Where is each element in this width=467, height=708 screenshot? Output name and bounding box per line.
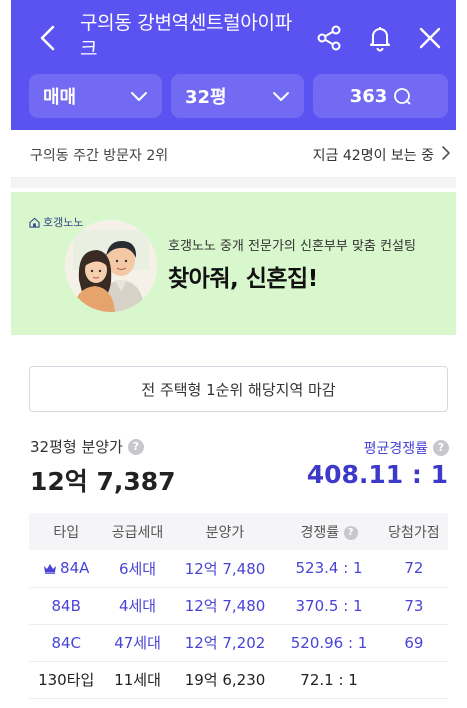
col-price: 분양가 — [171, 513, 279, 550]
ratio-cell: 520.96 : 1 — [278, 624, 380, 662]
brand-name: 호갱노노 — [43, 216, 84, 229]
banner-subtitle: 호갱노노 중개 전문가의 신혼부부 맞춤 컨설팅 — [168, 239, 416, 254]
score-cell: 72 — [379, 550, 448, 588]
competition-label: 평균경쟁률 ? — [364, 438, 449, 458]
area-label: 32평 — [185, 87, 227, 108]
bell-icon[interactable] — [366, 24, 394, 52]
deadline-notice: 전 주택형 1순위 해당지역 마감 — [29, 366, 448, 412]
share-icon[interactable] — [316, 24, 344, 52]
comment-count: 363 — [349, 85, 388, 107]
price-cell: 12억 7,202 — [171, 624, 279, 662]
trade-type-select[interactable]: 매매 — [29, 74, 162, 118]
col-ratio: 경쟁률 ? — [278, 513, 380, 550]
banner-headline: 찾아줘, 신혼집! — [168, 266, 318, 292]
table-row[interactable]: 130타입 11세대 19억 6,230 72.1 : 1 — [29, 661, 448, 699]
score-cell: 69 — [379, 624, 448, 662]
section-divider — [11, 178, 456, 188]
help-icon[interactable]: ? — [433, 440, 449, 456]
help-icon[interactable]: ? — [127, 438, 144, 455]
price-value: 12억 7,387 — [30, 467, 176, 496]
trade-type-label: 매매 — [43, 87, 77, 108]
type-cell: 84C — [29, 624, 104, 662]
ratio-cell: 72.1 : 1 — [278, 661, 380, 699]
ratio-cell: 370.5 : 1 — [278, 587, 380, 625]
type-label: 84A — [60, 559, 90, 578]
type-cell: 84B — [29, 587, 104, 625]
crown-icon — [44, 564, 57, 575]
comments-button[interactable]: 363 — [313, 74, 448, 118]
ratio-cell: 523.4 : 1 — [278, 550, 380, 588]
help-icon[interactable]: ? — [343, 525, 358, 540]
supply-cell: 6세대 — [103, 550, 172, 588]
table-row[interactable]: 84B 4세대 12억 7,480 370.5 : 1 73 — [29, 587, 448, 625]
col-supply: 공급세대 — [103, 513, 172, 550]
price-label: 32평형 분양가 ? — [30, 436, 144, 457]
visitor-info-row[interactable]: 구의동 주간 방문자 2위 지금 42명이 보는 중 — [11, 130, 456, 178]
type-cell: 84A — [29, 550, 104, 588]
couple-illustration — [65, 220, 157, 312]
chevron-down-icon — [273, 92, 289, 101]
type-cell: 130타입 — [29, 661, 104, 699]
current-viewers: 지금 42명이 보는 중 — [312, 148, 434, 164]
col-type: 타입 — [29, 513, 104, 550]
supply-cell: 47세대 — [103, 624, 172, 662]
competition-value: 408.11 : 1 — [306, 460, 448, 489]
supply-cell: 4세대 — [103, 587, 172, 625]
competition-label-text: 평균경쟁률 — [363, 441, 428, 457]
comment-icon — [394, 88, 411, 105]
score-cell — [379, 661, 448, 699]
back-icon[interactable] — [36, 24, 60, 52]
price-label-text: 32평형 분양가 — [30, 438, 123, 456]
table-header-row: 타입 공급세대 분양가 경쟁률 ? 당첨가점 — [29, 513, 448, 550]
chevron-down-icon — [131, 92, 147, 101]
col-ratio-label: 경쟁률 — [300, 524, 340, 541]
price-cell: 19억 6,230 — [171, 661, 279, 699]
score-cell: 73 — [379, 587, 448, 625]
table-row[interactable]: 84A 6세대 12억 7,480 523.4 : 1 72 — [29, 550, 448, 588]
close-icon[interactable] — [416, 24, 444, 52]
brand-logo: 호갱노노 — [29, 214, 83, 230]
house-icon — [29, 217, 40, 228]
page-title: 구의동 강변역센트럴아이파크 — [80, 12, 292, 60]
price-cell: 12억 7,480 — [171, 587, 279, 625]
unit-type-table: 타입 공급세대 분양가 경쟁률 ? 당첨가점 84A 6세대 12억 7,480… — [29, 513, 448, 699]
col-score: 당첨가점 — [379, 513, 448, 550]
weekly-visitor-rank: 구의동 주간 방문자 2위 — [30, 148, 169, 164]
chevron-right-icon — [442, 146, 450, 160]
price-cell: 12억 7,480 — [171, 550, 279, 588]
area-select[interactable]: 32평 — [171, 74, 304, 118]
supply-cell: 11세대 — [103, 661, 172, 699]
table-row[interactable]: 84C 47세대 12억 7,202 520.96 : 1 69 — [29, 624, 448, 662]
